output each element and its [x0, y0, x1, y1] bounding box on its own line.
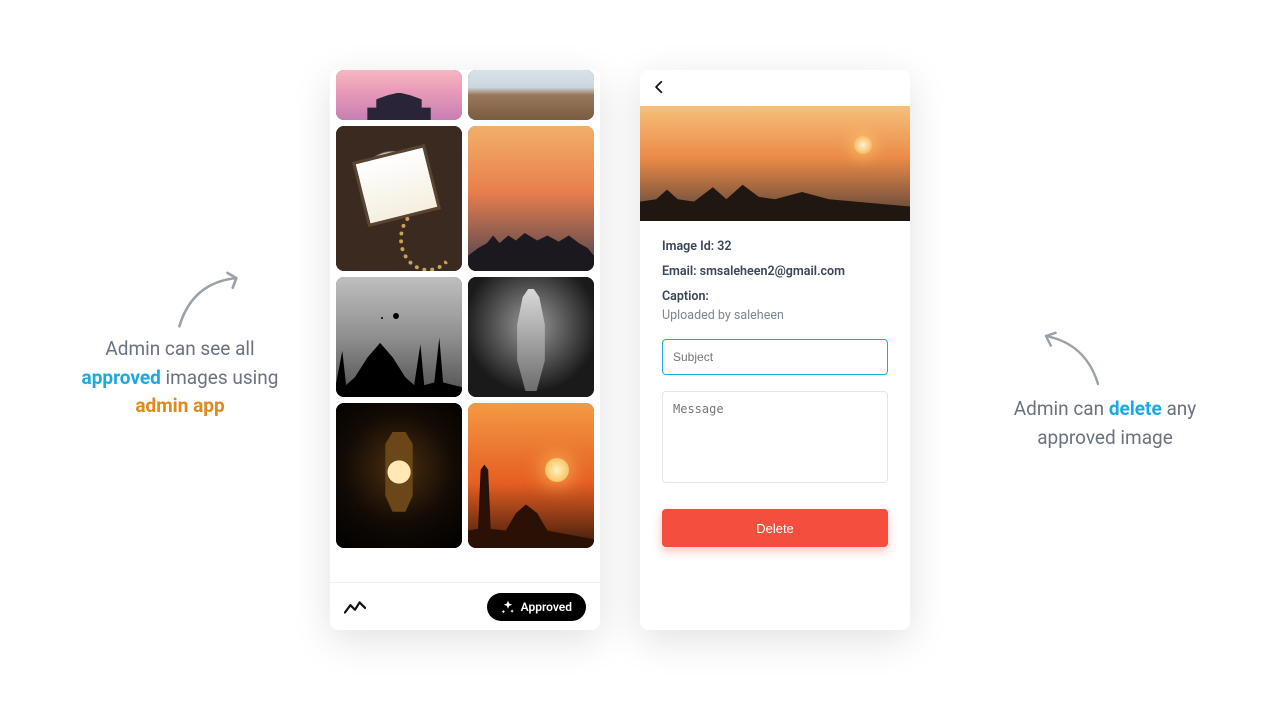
annotation-left-highlight-adminapp: admin app [135, 394, 224, 417]
annotation-right-pre: Admin can [1014, 397, 1109, 420]
analytics-icon[interactable] [344, 595, 366, 619]
email-value: smsaleheen2@gmail.com [700, 264, 845, 279]
delete-button[interactable]: Delete [662, 509, 888, 547]
thumb-book-beads[interactable] [336, 126, 462, 271]
thumb-desert-aerial[interactable] [468, 70, 594, 120]
arrow-right-icon [1030, 325, 1110, 395]
uploaded-by-label: Uploaded by saleheen [662, 308, 888, 323]
approved-filter-label: Approved [521, 600, 572, 614]
annotation-left-mid: images using [161, 366, 279, 389]
back-icon[interactable] [652, 78, 666, 99]
phone-detail: Image Id32 Emailsmsaleheen2@gmail.com Ca… [640, 70, 910, 630]
image-id-row: Image Id32 [662, 239, 888, 254]
thumb-praying-hands[interactable] [468, 277, 594, 397]
thumb-mosque-dusk[interactable] [336, 70, 462, 120]
detail-body: Image Id32 Emailsmsaleheen2@gmail.com Ca… [640, 221, 910, 487]
phone-gallery: Approved [330, 70, 600, 630]
caption-row: Caption: [662, 289, 888, 304]
arrow-left-icon [165, 265, 255, 335]
thumb-istanbul-sunset[interactable] [468, 126, 594, 271]
thumb-mosque-silhouette[interactable] [336, 277, 462, 397]
annotation-right-highlight-delete: delete [1109, 397, 1162, 420]
message-input[interactable] [662, 391, 888, 483]
approved-filter-button[interactable]: Approved [487, 593, 586, 621]
annotation-left-highlight-approved: approved [82, 366, 161, 389]
image-id-key: Image Id [662, 239, 717, 254]
image-grid [330, 70, 600, 582]
detail-hero-image [640, 106, 910, 221]
image-id-value: 32 [717, 239, 731, 254]
sparkle-icon [501, 600, 515, 614]
annotation-left-pre: Admin can see all [105, 337, 254, 360]
thumb-lantern-night[interactable] [336, 403, 462, 548]
detail-header [640, 70, 910, 106]
annotation-left: Admin can see all approved images using … [70, 335, 290, 421]
email-row: Emailsmsaleheen2@gmail.com [662, 264, 888, 279]
caption-key: Caption [662, 289, 705, 304]
bottom-nav: Approved [330, 582, 600, 630]
annotation-right: Admin can delete any approved image [990, 395, 1220, 452]
subject-input[interactable] [662, 339, 888, 375]
thumb-minaret-sunset[interactable] [468, 403, 594, 548]
email-key: Email [662, 264, 700, 279]
